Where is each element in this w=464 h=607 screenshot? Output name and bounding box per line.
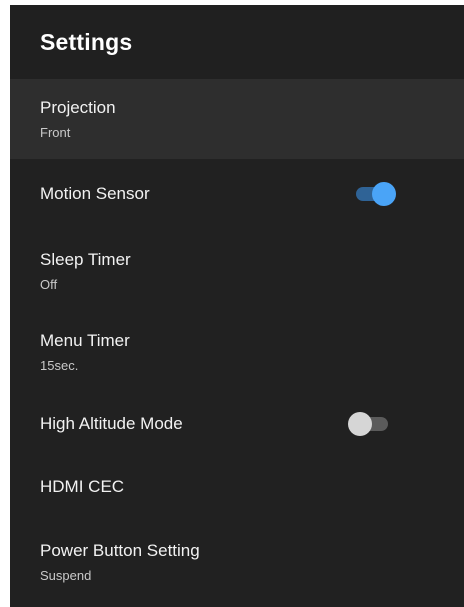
setting-power-button[interactable]: Power Button Setting Suspend xyxy=(10,517,464,607)
setting-projection-label: Projection xyxy=(40,97,116,117)
setting-sleep-timer[interactable]: Sleep Timer Off xyxy=(10,229,464,314)
setting-motion-sensor-label: Motion Sensor xyxy=(40,184,150,203)
setting-power-button-label: Power Button Setting xyxy=(40,540,200,560)
settings-list: Projection Front Motion Sensor Sleep Tim… xyxy=(10,79,464,607)
setting-power-button-value: Suspend xyxy=(40,567,92,583)
settings-header: Settings xyxy=(10,5,464,79)
setting-projection[interactable]: Projection Front xyxy=(10,79,464,159)
setting-hdmi-cec[interactable]: HDMI CEC xyxy=(10,457,464,517)
high-altitude-mode-toggle[interactable] xyxy=(348,411,388,436)
setting-sleep-timer-label: Sleep Timer xyxy=(40,250,131,269)
motion-sensor-toggle[interactable] xyxy=(356,182,396,206)
setting-hdmi-cec-label: HDMI CEC xyxy=(40,477,125,496)
setting-projection-value: Front xyxy=(40,124,71,140)
settings-panel: Settings Projection Front Motion Sensor … xyxy=(10,5,464,607)
toggle-knob xyxy=(348,411,372,436)
setting-high-altitude-mode[interactable]: High Altitude Mode xyxy=(10,390,464,457)
setting-sleep-timer-value: Off xyxy=(40,277,58,292)
toggle-knob xyxy=(372,182,396,206)
setting-menu-timer[interactable]: Menu Timer 15sec. xyxy=(10,314,464,390)
setting-menu-timer-value: 15sec. xyxy=(40,357,79,373)
setting-high-altitude-mode-label: High Altitude Mode xyxy=(40,413,183,433)
setting-motion-sensor[interactable]: Motion Sensor xyxy=(10,159,464,229)
page-title: Settings xyxy=(40,28,133,55)
setting-menu-timer-label: Menu Timer xyxy=(40,330,130,350)
